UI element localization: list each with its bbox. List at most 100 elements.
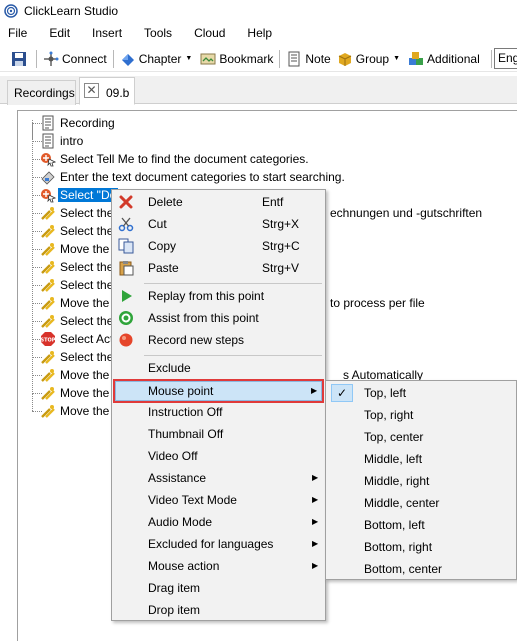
tree-item[interactable]: Recording: [18, 114, 517, 139]
mouse-action-label: Mouse action: [148, 559, 220, 573]
paste-label: Paste: [148, 261, 179, 275]
mouse-point-option[interactable]: Bottom, center: [328, 558, 516, 580]
video-text-mode-menu-item[interactable]: Video Text Mode ▶: [114, 489, 323, 511]
menu-tools[interactable]: Tools: [130, 22, 180, 44]
tab-recordings[interactable]: Recordings: [7, 80, 76, 105]
assist-label: Assist from this point: [148, 311, 259, 325]
assistance-menu-item[interactable]: Assistance ▶: [114, 467, 323, 489]
replay-menu-item[interactable]: Replay from this point: [114, 285, 323, 307]
paste-menu-item[interactable]: Paste Strg+V: [114, 257, 323, 279]
tab-strip: Recordings ✕ 09.b: [0, 76, 517, 105]
assist-menu-item[interactable]: Assist from this point: [114, 307, 323, 329]
tree-connector-line: [32, 357, 33, 376]
menu-file[interactable]: File: [0, 22, 35, 44]
key-step-icon: [41, 261, 55, 274]
tree-item[interactable]: Enter the text document categories to st…: [18, 159, 517, 186]
context-menu: Delete Entf Cut Strg+X Copy Strg+C Paste…: [111, 189, 326, 621]
menu-separator: [144, 283, 322, 284]
submenu-arrow-icon: ▶: [311, 386, 318, 395]
menu-help[interactable]: Help: [233, 22, 280, 44]
menu-insert[interactable]: Insert: [78, 22, 130, 44]
key-step-icon: [41, 243, 55, 256]
menu-bar: File Edit Insert Tools Cloud Help: [0, 22, 517, 44]
tree-item-label: Select Act: [60, 332, 114, 346]
record-menu-item[interactable]: Record new steps: [114, 329, 323, 351]
menu-cloud[interactable]: Cloud: [180, 22, 233, 44]
mouse-point-option[interactable]: Bottom, right: [328, 536, 516, 558]
toolbar-separator: [112, 49, 114, 68]
tab-active-label: 09.b: [106, 86, 130, 100]
tab-active-document[interactable]: ✕ 09.b: [79, 77, 135, 105]
drop-item-menu-item[interactable]: Drop item: [114, 599, 323, 621]
chapter-button[interactable]: Chapter ▼: [117, 47, 198, 71]
tree-item-label: Move the: [60, 404, 110, 418]
mouse-point-option[interactable]: Top, center: [328, 426, 516, 448]
replay-label: Replay from this point: [148, 289, 265, 303]
copy-icon: [118, 238, 134, 254]
instruction-off-label: Instruction Off: [148, 405, 223, 419]
exclude-menu-item[interactable]: Exclude: [114, 357, 323, 379]
instruction-off-menu-item[interactable]: Instruction Off: [114, 401, 323, 423]
mouse-point-option[interactable]: Top, right: [328, 404, 516, 426]
key-step-icon: [41, 207, 55, 220]
close-icon[interactable]: ✕: [84, 83, 99, 98]
key-step-icon: [41, 405, 55, 418]
mouse-point-option-label: Middle, right: [364, 474, 430, 488]
note-button[interactable]: Note: [283, 47, 333, 71]
cut-menu-item[interactable]: Cut Strg+X: [114, 213, 323, 235]
assist-icon: [119, 311, 133, 325]
tree-connector-line: [32, 285, 33, 304]
tree-item[interactable]: Select Tell Me to find the document cate…: [18, 141, 517, 168]
tree-item-label: intro: [60, 134, 84, 148]
chapter-dropdown-icon[interactable]: ▼: [185, 55, 192, 62]
menu-edit[interactable]: Edit: [35, 22, 78, 44]
submenu-arrow-icon: ▶: [312, 561, 319, 570]
record-label: Record new steps: [148, 333, 245, 347]
video-off-menu-item[interactable]: Video Off: [114, 445, 323, 467]
delete-menu-item[interactable]: Delete Entf: [114, 191, 323, 213]
tree-connector-line: [32, 339, 33, 358]
mouse-point-option-label: Bottom, left: [364, 518, 425, 532]
tree-item-label: Select the: [60, 260, 114, 274]
mouse-point-menu-item[interactable]: Mouse point ▶: [113, 379, 324, 403]
mouse-point-option-label: Middle, left: [364, 452, 423, 466]
assistance-label: Assistance: [148, 471, 207, 485]
language-select[interactable]: Eng: [494, 48, 517, 69]
tree-connector-line: [32, 267, 33, 286]
cut-shortcut: Strg+X: [262, 217, 300, 231]
bookmark-label: Bookmark: [219, 51, 274, 66]
document-icon: [42, 133, 54, 149]
key-step-icon: [41, 225, 55, 238]
group-icon: [338, 52, 351, 66]
tree-item[interactable]: intro: [18, 123, 517, 150]
mouse-point-option[interactable]: Middle, center: [328, 492, 516, 514]
copy-menu-item[interactable]: Copy Strg+C: [114, 235, 323, 257]
play-icon: [122, 290, 132, 302]
thumbnail-off-menu-item[interactable]: Thumbnail Off: [114, 423, 323, 445]
tree-item-label-tail: echnungen und -gutschriften: [330, 206, 483, 220]
save-icon: [12, 51, 26, 66]
connect-button[interactable]: Connect: [40, 47, 110, 71]
window-title: ClickLearn Studio: [24, 4, 119, 18]
mouse-point-option[interactable]: Middle, right: [328, 470, 516, 492]
tree-connector-line: [32, 375, 33, 394]
key-step-icon: [41, 297, 55, 310]
tree-connector-line: [32, 213, 33, 232]
group-dropdown-icon[interactable]: ▼: [393, 55, 400, 62]
connect-icon: [44, 51, 59, 66]
delete-shortcut: Entf: [262, 195, 284, 209]
audio-mode-menu-item[interactable]: Audio Mode ▶: [114, 511, 323, 533]
tree-item-label: Move the: [60, 242, 110, 256]
additional-button[interactable]: Additional: [405, 47, 483, 71]
drag-item-menu-item[interactable]: Drag item: [114, 577, 323, 599]
key-step-icon: [41, 315, 55, 328]
mouse-point-option[interactable]: Bottom, left: [328, 514, 516, 536]
group-button[interactable]: Group ▼: [334, 47, 405, 71]
tree-connector-line: [32, 321, 33, 340]
excluded-languages-menu-item[interactable]: Excluded for languages ▶: [114, 533, 323, 555]
bookmark-button[interactable]: Bookmark: [197, 47, 276, 71]
mouse-point-option[interactable]: ✓ Top, left: [328, 382, 516, 404]
mouse-action-menu-item[interactable]: Mouse action ▶: [114, 555, 323, 577]
mouse-point-option[interactable]: Middle, left: [328, 448, 516, 470]
save-button[interactable]: [0, 47, 33, 71]
